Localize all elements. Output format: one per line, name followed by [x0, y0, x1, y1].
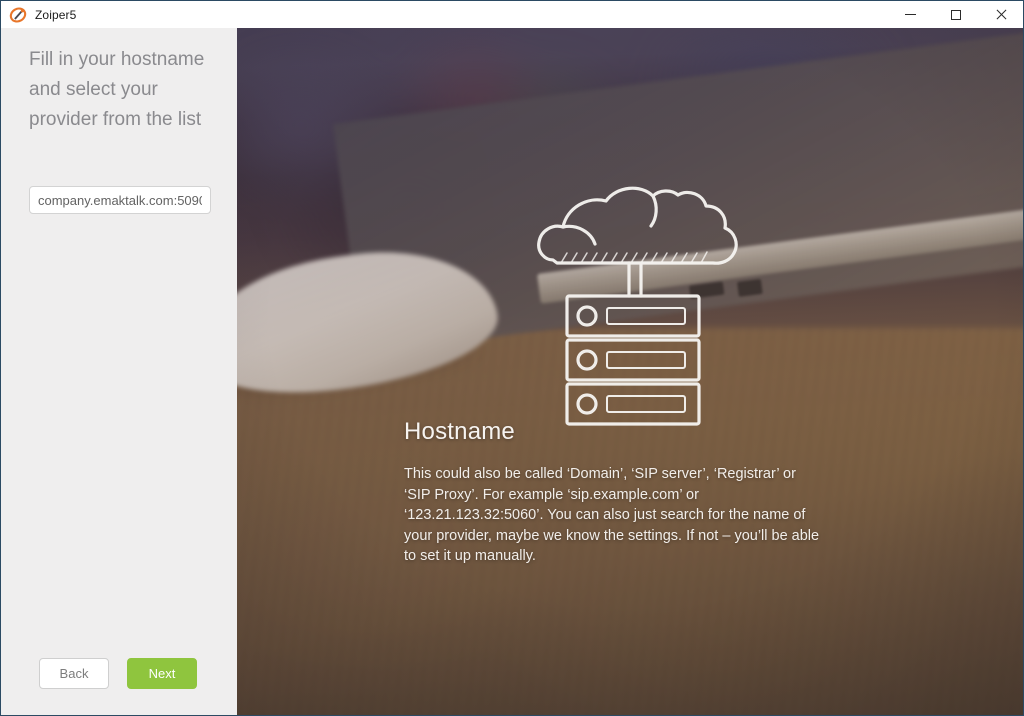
sidebar: Fill in your hostname and select your pr…	[1, 28, 237, 715]
close-button[interactable]	[978, 1, 1023, 28]
main-text-block: Hostname This could also be called ‘Doma…	[404, 418, 824, 567]
window-controls	[888, 1, 1023, 28]
zoiper-logo-icon	[9, 6, 27, 24]
minimize-icon	[905, 14, 916, 15]
app-window: Zoiper5 Fill in your hostname and select…	[0, 0, 1024, 716]
sidebar-heading: Fill in your hostname and select your pr…	[29, 49, 205, 130]
minimize-button[interactable]	[888, 1, 933, 28]
main-panel: Hostname This could also be called ‘Doma…	[237, 28, 1023, 715]
title-bar: Zoiper5	[1, 1, 1023, 28]
next-button[interactable]: Next	[127, 658, 197, 689]
page-description: This could also be called ‘Domain’, ‘SIP…	[404, 466, 820, 564]
window-title: Zoiper5	[35, 7, 77, 22]
cloud-server-illustration	[505, 168, 765, 428]
hostname-input[interactable]	[29, 186, 211, 214]
back-button[interactable]: Back	[39, 658, 109, 689]
maximize-icon	[950, 9, 961, 20]
maximize-button[interactable]	[933, 1, 978, 28]
close-icon	[995, 9, 1007, 21]
wizard-navigation: Back Next	[39, 658, 197, 689]
page-title: Hostname	[404, 418, 515, 445]
